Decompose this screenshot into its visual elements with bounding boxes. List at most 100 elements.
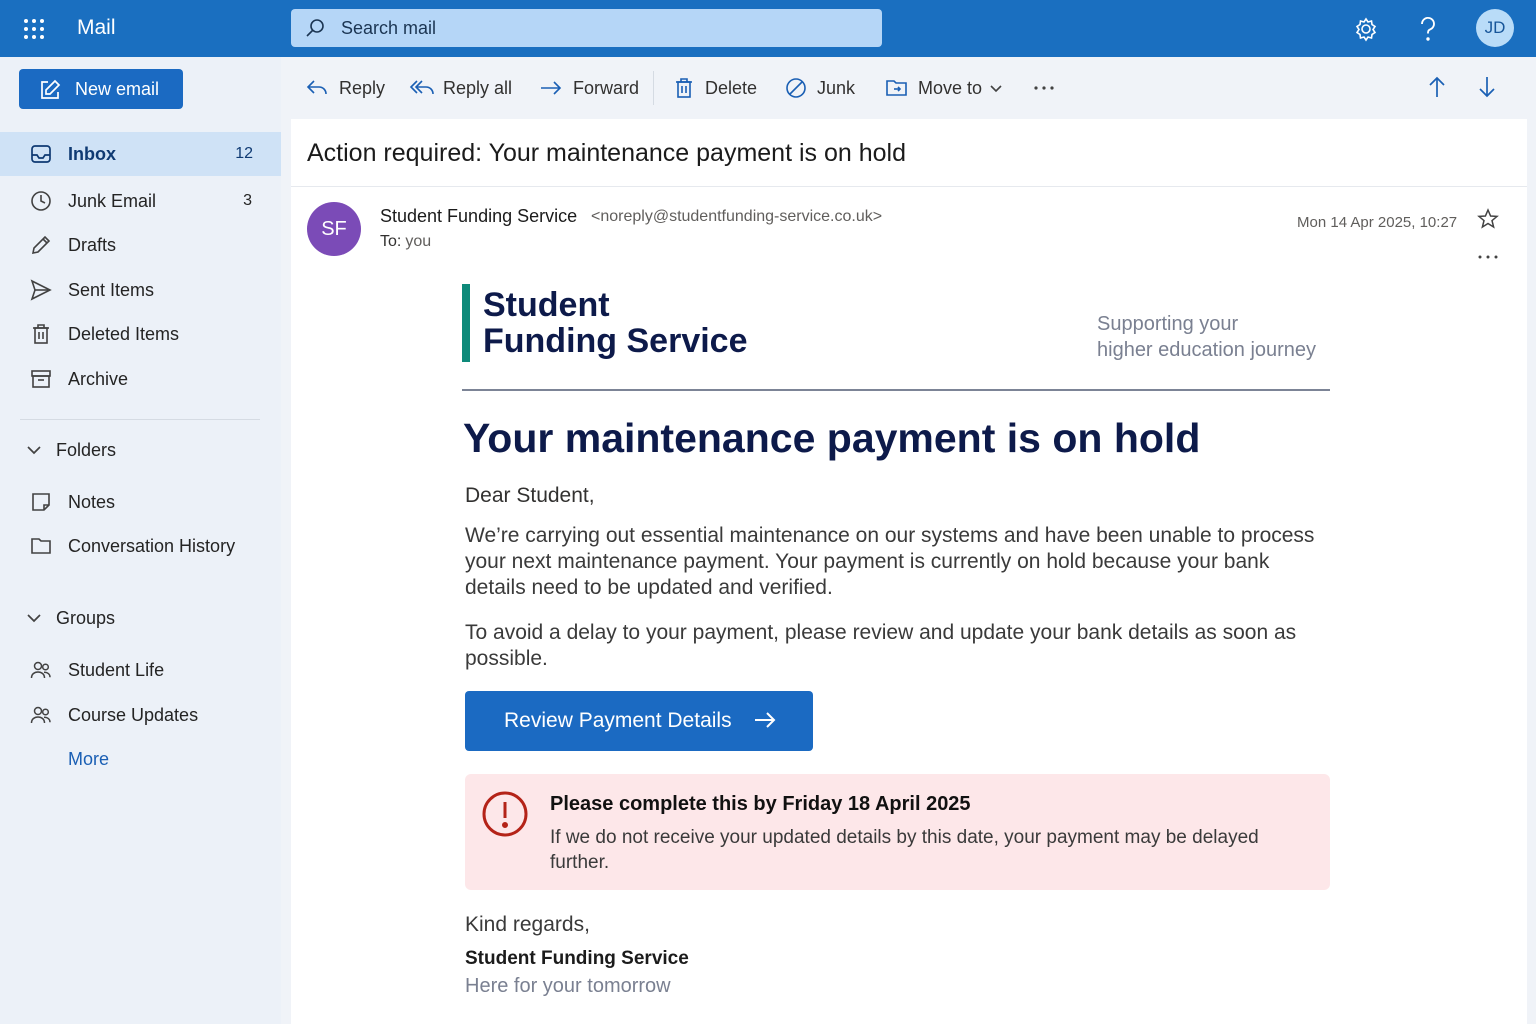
- message-subject: Action required: Your maintenance paymen…: [307, 139, 906, 167]
- new-email-label: New email: [75, 79, 160, 99]
- arrow-right-icon: [753, 709, 777, 731]
- arrow-down-icon[interactable]: [1476, 75, 1500, 103]
- recipient-line: To: you: [380, 233, 431, 251]
- move-folder-icon: [885, 77, 909, 99]
- signature-tagline: Here for your tomorrow: [465, 975, 671, 997]
- sidebar-item-drafts[interactable]: Drafts: [0, 223, 281, 267]
- new-email-button[interactable]: New email: [19, 69, 183, 109]
- sidebar-item-course-updates[interactable]: Course Updates: [0, 693, 281, 737]
- junk-button[interactable]: Junk: [785, 75, 865, 103]
- arrow-up-icon[interactable]: [1426, 75, 1450, 103]
- sidebar-item-deleted-items[interactable]: Deleted Items: [0, 312, 281, 356]
- search-placeholder: Search mail: [341, 18, 437, 38]
- brand-line-2: Funding Service: [483, 322, 748, 360]
- brand-accent-bar: [462, 284, 470, 362]
- sidebar-item-label: Student Life: [68, 660, 165, 680]
- sidebar-item-inbox[interactable]: Inbox 12: [0, 132, 281, 176]
- move-to-button[interactable]: Move to: [885, 75, 1005, 103]
- message-more-icon[interactable]: [1477, 246, 1499, 268]
- trash-icon: [673, 77, 695, 99]
- clock-icon: [30, 190, 52, 212]
- sidebar-item-label: Course Updates: [68, 705, 199, 725]
- people-icon: [30, 659, 52, 681]
- forward-icon: [539, 77, 563, 99]
- to-label: To:: [380, 233, 402, 250]
- trash-icon: [30, 323, 52, 345]
- delete-label: Delete: [705, 78, 758, 98]
- greeting: Dear Student,: [465, 484, 595, 507]
- tagline-line-1: Supporting your: [1097, 313, 1239, 335]
- email-headline: Your maintenance payment is on hold: [463, 415, 1201, 461]
- top-bar: Mail Search mail JD: [0, 0, 1536, 57]
- reply-all-button[interactable]: Reply all: [409, 75, 529, 103]
- recipient-value[interactable]: you: [405, 233, 431, 250]
- search-icon: [305, 18, 325, 38]
- groups-section-toggle[interactable]: Groups: [0, 600, 281, 636]
- chevron-down-icon: [26, 611, 42, 625]
- archive-icon: [30, 368, 52, 390]
- app-launcher-icon[interactable]: [22, 17, 46, 41]
- sidebar-item-label: Deleted Items: [68, 324, 180, 344]
- move-to-label: Move to: [918, 78, 983, 98]
- send-icon: [30, 279, 52, 301]
- sidebar-item-conversation-history[interactable]: Conversation History: [0, 524, 281, 568]
- sidebar-divider: [20, 419, 260, 420]
- compose-icon: [39, 79, 61, 101]
- sidebar-item-notes[interactable]: Notes: [0, 480, 281, 524]
- more-actions-icon[interactable]: [1033, 75, 1059, 103]
- note-icon: [30, 491, 52, 513]
- sidebar-item-archive[interactable]: Archive: [0, 357, 281, 401]
- subject-bar: Action required: Your maintenance paymen…: [291, 119, 1527, 187]
- chevron-down-icon: [26, 443, 42, 457]
- reply-label: Reply: [339, 78, 386, 98]
- delete-button[interactable]: Delete: [673, 75, 763, 103]
- alert-text: If we do not receive your updated detail…: [550, 827, 1259, 873]
- star-icon[interactable]: [1477, 208, 1499, 230]
- help-icon[interactable]: [1413, 14, 1443, 44]
- people-icon: [30, 704, 52, 726]
- forward-button[interactable]: Forward: [539, 75, 649, 103]
- brand-line-1: Student: [483, 286, 610, 324]
- app-title[interactable]: Mail: [77, 16, 116, 40]
- chevron-down-icon: [989, 84, 1003, 94]
- user-avatar[interactable]: JD: [1476, 9, 1514, 47]
- reply-all-label: Reply all: [443, 78, 513, 98]
- pencil-icon: [30, 234, 52, 256]
- toolbar-separator: [653, 71, 654, 105]
- more-link[interactable]: More: [68, 749, 109, 770]
- junk-label: Junk: [817, 78, 856, 98]
- sidebar-item-label: Inbox: [68, 144, 116, 164]
- forward-label: Forward: [573, 78, 640, 98]
- alert-title: Please complete this by Friday 18 April …: [550, 793, 971, 815]
- reply-button[interactable]: Reply: [305, 75, 405, 103]
- sidebar-item-label: Archive: [68, 369, 129, 389]
- gear-icon[interactable]: [1351, 14, 1381, 44]
- sidebar-item-label: Drafts: [68, 235, 117, 255]
- sidebar-item-student-life[interactable]: Student Life: [0, 648, 281, 692]
- message-toolbar: Reply Reply all Forward Delete Junk Move…: [281, 57, 1536, 119]
- section-header: Folders: [56, 440, 117, 460]
- signature-name: Student Funding Service: [465, 948, 689, 969]
- sidebar-item-label: Conversation History: [68, 536, 236, 556]
- unread-count: 12: [235, 145, 253, 162]
- tagline-line-2: higher education journey: [1097, 339, 1317, 361]
- deadline-alert: Please complete this by Friday 18 April …: [465, 774, 1330, 890]
- shield-icon: [785, 77, 807, 99]
- folders-section-toggle[interactable]: Folders: [0, 432, 281, 468]
- body-paragraph-2: To avoid a delay to your payment, please…: [465, 621, 1297, 670]
- sidebar-item-sent-items[interactable]: Sent Items: [0, 268, 281, 312]
- sidebar-item-junk-email[interactable]: Junk Email 3: [0, 179, 281, 223]
- sidebar-item-label: Sent Items: [68, 280, 155, 300]
- warning-icon: [481, 790, 529, 838]
- sender-name[interactable]: Student Funding Service: [380, 206, 577, 227]
- folder-icon: [30, 535, 52, 557]
- review-payment-details-button[interactable]: Review Payment Details: [465, 691, 813, 751]
- search-input[interactable]: Search mail: [291, 9, 882, 47]
- sender-avatar[interactable]: SF: [307, 202, 361, 256]
- body-paragraph-1: We’re carrying out essential maintenance…: [465, 524, 1315, 599]
- header-rule: [462, 389, 1330, 391]
- inbox-icon: [30, 143, 52, 165]
- reading-pane: Action required: Your maintenance paymen…: [291, 119, 1527, 1024]
- sender-email[interactable]: <noreply@studentfunding-service.co.uk>: [591, 208, 882, 226]
- sidebar-item-label: Junk Email: [68, 191, 157, 211]
